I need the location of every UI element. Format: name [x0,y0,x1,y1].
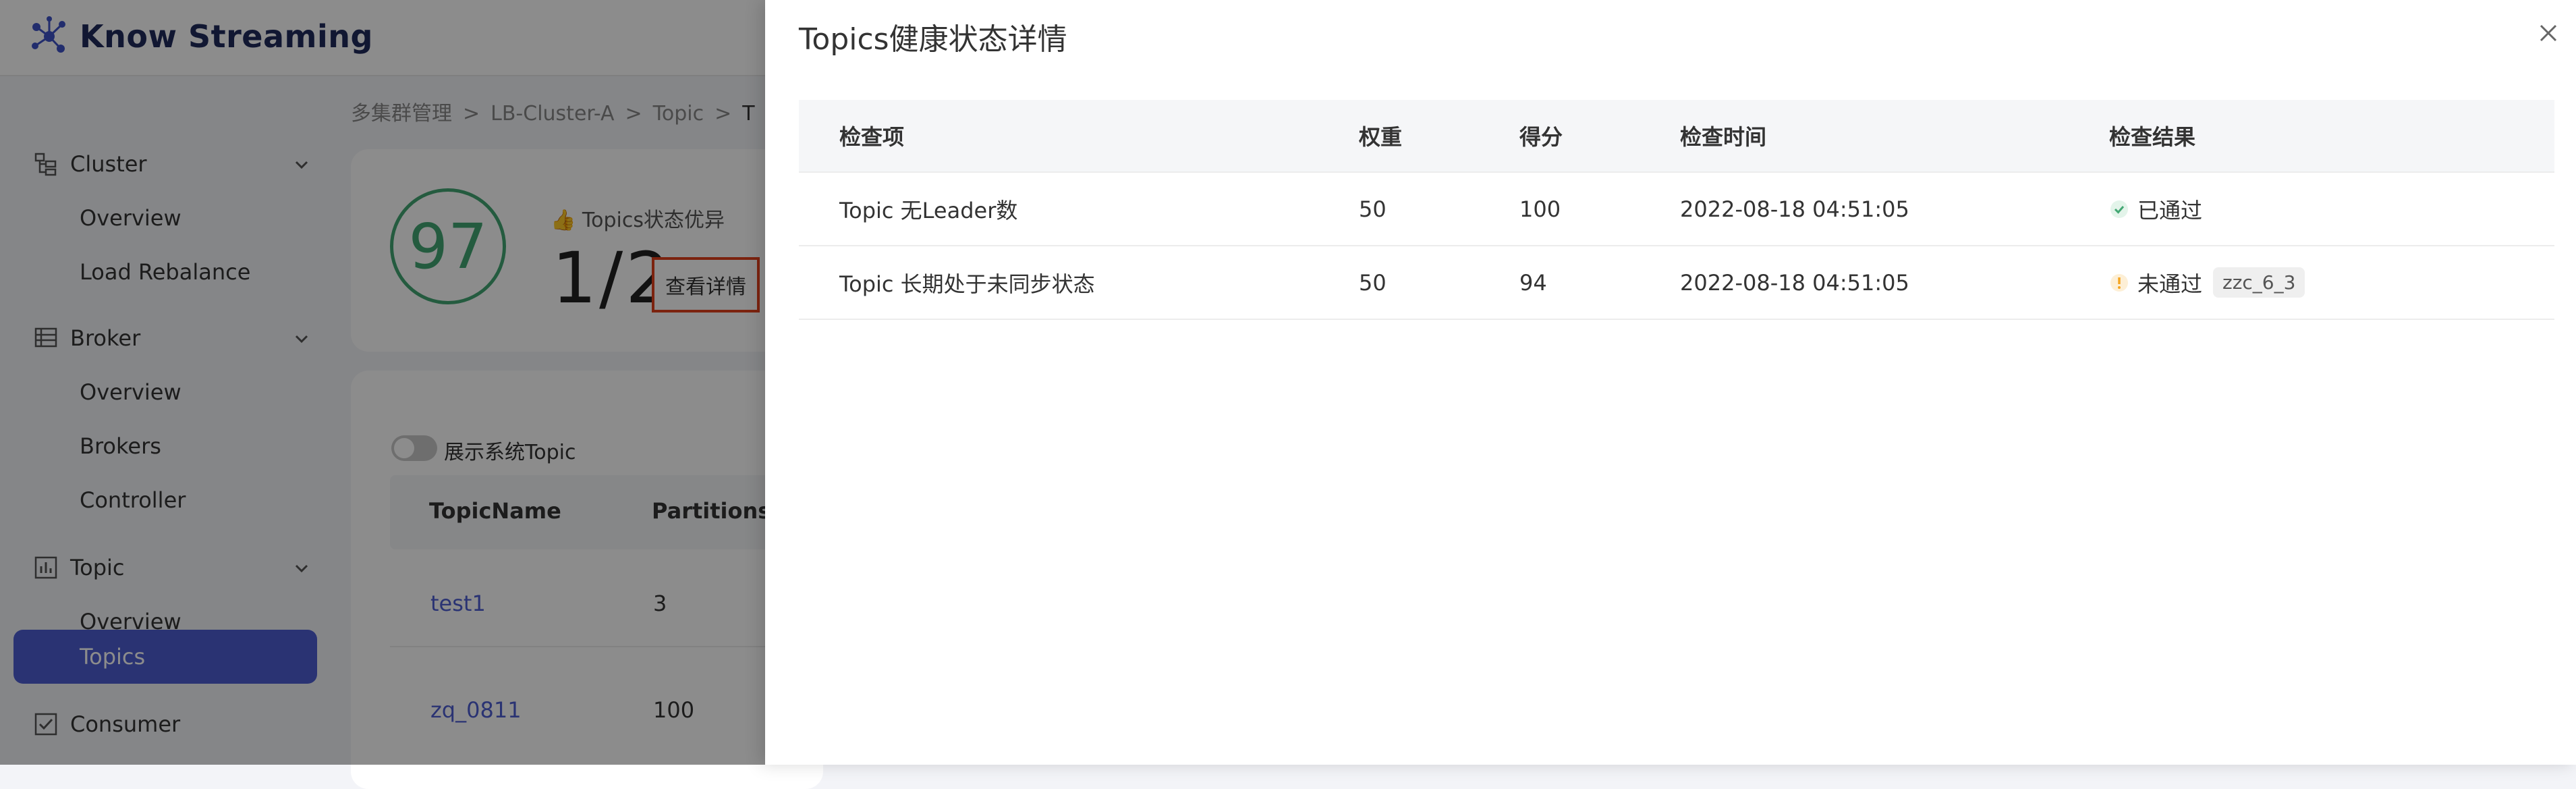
check-item: Topic 无Leader数 [839,197,1018,223]
exclamation-circle-icon [2110,273,2128,292]
column-header: 得分 [1519,124,1563,150]
table-row: Topic 长期处于未同步状态 50 94 2022-08-18 04:51:0… [799,246,2554,320]
column-header: 检查时间 [1680,124,1767,150]
column-header: 权重 [1359,124,1403,150]
failed-topic-tag: zzc_6_3 [2213,267,2305,298]
check-result: 已通过 [2109,173,2202,245]
check-time: 2022-08-18 04:51:05 [1680,269,1909,296]
check-weight: 50 [1359,196,1387,222]
health-detail-drawer: Topics健康状态详情 检查项 权重 得分 检查时间 检查结果 Topic 无… [765,0,2576,765]
check-result: 未通过 zzc_6_3 [2109,246,2305,319]
result-label: 已通过 [2137,197,2203,223]
column-header: 检查结果 [2109,124,2196,150]
health-check-table: 检查项 权重 得分 检查时间 检查结果 Topic 无Leader数 50 10… [799,100,2554,320]
column-header: 检查项 [839,124,905,150]
table-header: 检查项 权重 得分 检查时间 检查结果 [799,100,2554,173]
close-icon[interactable] [2534,19,2563,47]
drawer-mask[interactable] [0,0,765,765]
check-item: Topic 长期处于未同步状态 [839,271,1095,297]
check-weight: 50 [1359,269,1387,296]
check-circle-icon [2110,200,2128,218]
table-row: Topic 无Leader数 50 100 2022-08-18 04:51:0… [799,173,2554,246]
check-time: 2022-08-18 04:51:05 [1680,196,1909,222]
result-label: 未通过 [2137,271,2203,297]
drawer-title: Topics健康状态详情 [799,22,1067,57]
check-score: 94 [1519,269,1547,296]
check-score: 100 [1519,196,1561,222]
